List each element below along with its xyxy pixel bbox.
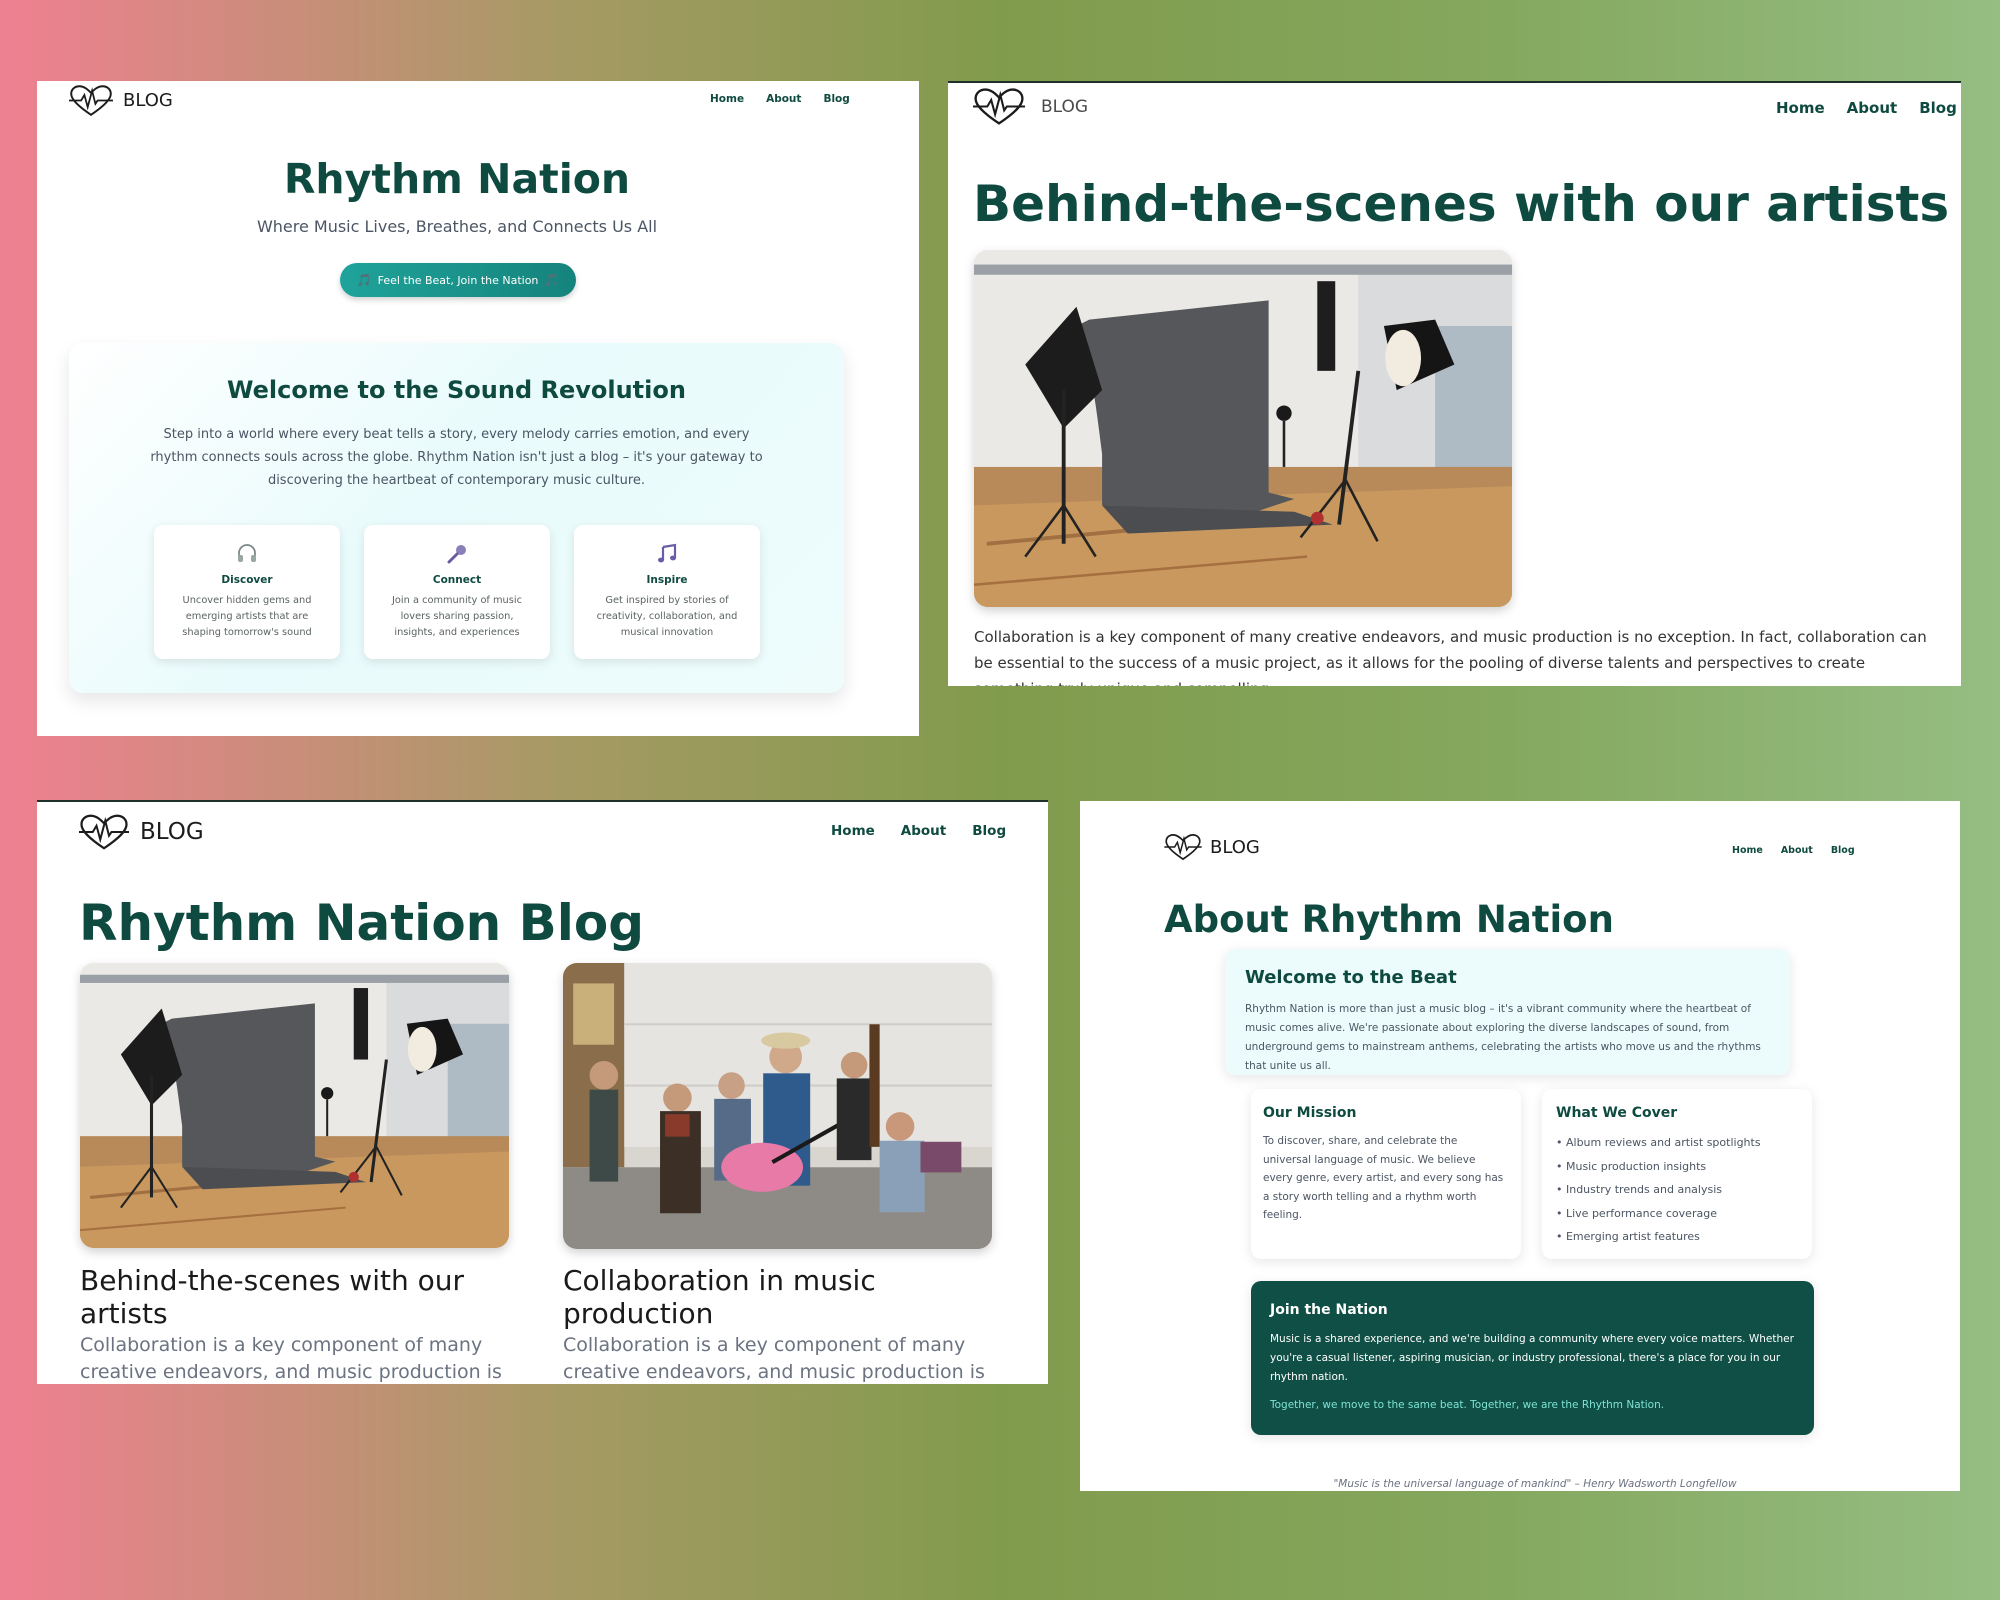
hero-subtitle: Where Music Lives, Breathes, and Connect… (256, 217, 658, 236)
feature-card-inspire: Inspire Get inspired by stories of creat… (574, 525, 760, 659)
quote: "Music is the universal language of mank… (1333, 1478, 1737, 1490)
nav-blog-link[interactable]: Blog (1831, 845, 1855, 856)
post-body: Collaboration is a key component of many… (974, 628, 1927, 686)
join-title: Join the Nation (1270, 1302, 1388, 1318)
join-nation-card: Join the Nation Music is a shared experi… (1251, 1281, 1814, 1435)
nav-home-link[interactable]: Home (831, 823, 875, 839)
music-notes-icon (574, 543, 760, 567)
welcome-beat-text: Rhythm Nation is more than just a music … (1245, 1003, 1761, 1072)
logo[interactable]: BLOG (1164, 833, 1260, 861)
post-page-panel: BLOG Home About Blog Behind-the-scenes w… (948, 81, 1961, 686)
cover-list-item: • Industry trends and analysis (1556, 1183, 1722, 1196)
heart-pulse-icon (973, 87, 1025, 126)
feature-title: Connect (432, 574, 482, 586)
heart-pulse-icon (79, 813, 129, 851)
feature-text: Uncover hidden gems and emerging artists… (182, 595, 312, 638)
join-nation-button[interactable]: 🎵 Feel the Beat, Join the Nation 🎵 (340, 263, 576, 297)
cover-title: What We Cover (1556, 1105, 1678, 1121)
post-card-image[interactable] (80, 963, 509, 1248)
nav-home-link[interactable]: Home (710, 93, 744, 105)
main-nav: Home About Blog (1776, 99, 1957, 117)
blog-title: Rhythm Nation Blog (79, 894, 645, 952)
nav-about-link[interactable]: About (766, 93, 801, 105)
join-text: Music is a shared experience, and we're … (1270, 1333, 1794, 1383)
nav-blog-link[interactable]: Blog (972, 823, 1006, 839)
logo-text: BLOG (123, 90, 173, 111)
feature-card-discover: Discover Uncover hidden gems and emergin… (154, 525, 340, 659)
mission-text: To discover, share, and celebrate the un… (1263, 1135, 1504, 1221)
music-note-icon: 🎵 (544, 273, 560, 287)
nav-blog-link[interactable]: Blog (1919, 99, 1957, 117)
nav-blog-link[interactable]: Blog (823, 93, 849, 105)
post-card-title[interactable]: Collaboration in music production (563, 1264, 993, 1330)
cover-list-item: • Music production insights (1556, 1159, 1707, 1173)
main-nav: Home About Blog (710, 93, 850, 105)
main-nav: Home About Blog (831, 823, 1006, 839)
logo[interactable]: BLOG (973, 87, 1088, 126)
feature-text: Get inspired by stories of creativity, c… (596, 595, 738, 638)
join-tagline: Together, we move to the same beat. Toge… (1270, 1399, 1665, 1411)
post-card-title[interactable]: Behind-the-scenes with our artists (80, 1264, 510, 1330)
music-note-icon: 🎵 (356, 273, 372, 287)
about-page-panel: BLOG Home About Blog About Rhythm Nation… (1080, 801, 1960, 1491)
microphone-icon (364, 543, 550, 567)
mission-card: Our Mission To discover, share, and cele… (1251, 1089, 1521, 1259)
cover-list-item: • Live performance coverage (1556, 1206, 1717, 1220)
logo-text: BLOG (1210, 836, 1260, 858)
blog-list-panel: BLOG Home About Blog Rhythm Nation Blog … (37, 800, 1048, 1384)
headphones-icon (154, 543, 340, 567)
about-title: About Rhythm Nation (1164, 898, 1614, 941)
post-card-excerpt: Collaboration is a key component of many… (80, 1334, 502, 1383)
logo-text: BLOG (1041, 96, 1089, 117)
heart-pulse-icon (69, 84, 113, 117)
feature-title: Inspire (646, 574, 688, 586)
home-page-panel: BLOG Home About Blog Rhythm Nation Where… (37, 81, 919, 736)
post-title: Behind-the-scenes with our artists (973, 175, 1950, 233)
welcome-title: Welcome to the Sound Revolution (227, 376, 686, 404)
nav-home-link[interactable]: Home (1732, 845, 1763, 856)
cover-list-item: • Emerging artist features (1556, 1230, 1700, 1243)
nav-about-link[interactable]: About (1781, 845, 1813, 856)
logo[interactable]: BLOG (69, 84, 173, 117)
cover-list: • Album reviews and artist spotlights • … (1556, 1131, 1761, 1249)
feature-card-connect: Connect Join a community of music lovers… (364, 525, 550, 659)
feature-text: Join a community of music lovers sharing… (392, 595, 522, 638)
cover-list-item: • Album reviews and artist spotlights (1556, 1136, 1761, 1149)
nav-home-link[interactable]: Home (1776, 99, 1825, 117)
nav-about-link[interactable]: About (901, 823, 946, 839)
main-nav: Home About Blog (1732, 845, 1855, 856)
welcome-beat-card: Welcome to the Beat Rhythm Nation is mor… (1225, 949, 1790, 1075)
post-card-excerpt: Collaboration is a key component of many… (563, 1334, 985, 1383)
studio-image (974, 250, 1512, 607)
mission-title: Our Mission (1263, 1105, 1357, 1121)
heart-pulse-icon (1164, 833, 1202, 861)
welcome-beat-title: Welcome to the Beat (1245, 967, 1457, 988)
logo-text: BLOG (140, 819, 204, 845)
what-we-cover-card: What We Cover • Album reviews and artist… (1542, 1089, 1812, 1259)
hero-title: Rhythm Nation (283, 155, 631, 203)
feature-title: Discover (221, 574, 273, 586)
cta-label: Feel the Beat, Join the Nation (377, 273, 539, 287)
post-card-image[interactable] (563, 963, 992, 1249)
logo[interactable]: BLOG (79, 813, 204, 851)
nav-about-link[interactable]: About (1847, 99, 1898, 117)
welcome-text: Step into a world where every beat tells… (150, 427, 763, 488)
